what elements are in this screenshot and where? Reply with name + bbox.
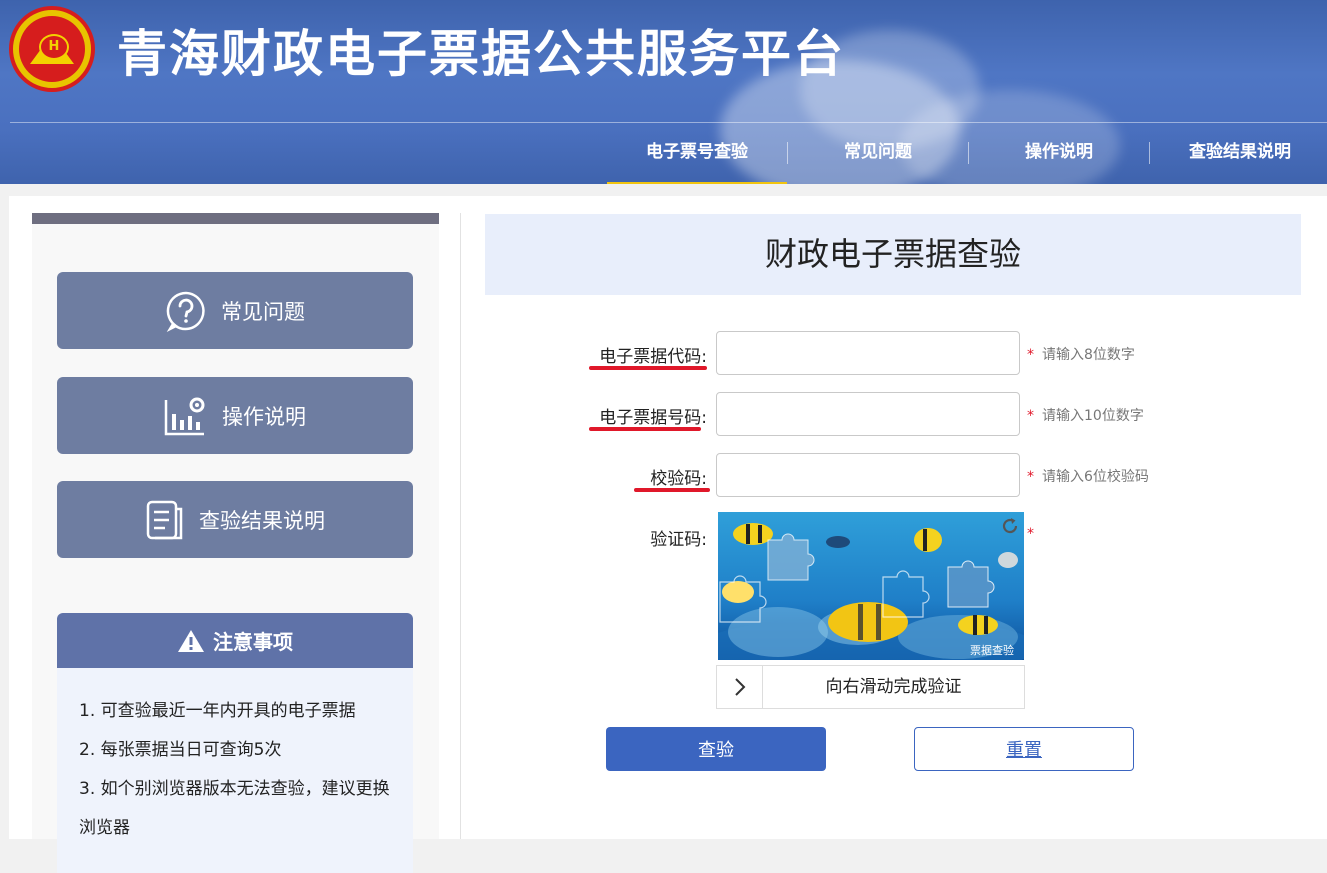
- warning-icon: [178, 629, 204, 652]
- notice-item: 3. 如个别浏览器版本无法查验，建议更换浏览器: [79, 779, 390, 838]
- slide-verify[interactable]: 向右滑动完成验证: [716, 665, 1025, 709]
- question-icon: [166, 291, 205, 332]
- content-area: 常见问题 操作说明 查验结果说明 注意事项 1. 可查验最近一年内开具的电子票据…: [9, 196, 1327, 873]
- main-nav: 电子票号查验 常见问题 操作说明 查验结果说明: [607, 124, 1327, 184]
- site-title: 青海财政电子票据公共服务平台: [117, 25, 845, 83]
- site-header: H 青海财政电子票据公共服务平台 电子票号查验 常见问题 操作说明 查验结果说明: [0, 0, 1327, 184]
- hint-text: 请输入8位数字: [1042, 347, 1135, 363]
- ticket-number-input[interactable]: [716, 392, 1020, 436]
- sidebar: 常见问题 操作说明 查验结果说明 注意事项 1. 可查验最近一年内开具的电子票据…: [32, 213, 439, 873]
- notice-title: 注意事项: [213, 630, 293, 654]
- slider-text: 向右滑动完成验证: [825, 677, 962, 697]
- column-divider: [460, 213, 461, 839]
- nav-item-result-explanation[interactable]: 查验结果说明: [1150, 124, 1327, 182]
- sidebar-button-label: 操作说明: [222, 404, 306, 429]
- submit-button[interactable]: 查验: [606, 727, 826, 771]
- refresh-icon[interactable]: [1000, 516, 1020, 536]
- required-mark: *: [1027, 526, 1034, 542]
- required-mark: *: [1027, 408, 1034, 424]
- notice-list: 1. 可查验最近一年内开具的电子票据 2. 每张票据当日可查询5次 3. 如个别…: [57, 668, 413, 848]
- document-icon: [146, 500, 183, 539]
- label-underline: [589, 366, 707, 370]
- captcha-picture: 票据查验: [718, 512, 1024, 660]
- sidebar-button-label: 常见问题: [221, 299, 305, 324]
- site-logo: H: [9, 6, 95, 92]
- sidebar-button-label: 查验结果说明: [199, 508, 325, 533]
- captcha-required-mark: *: [1027, 526, 1042, 542]
- nav-item-instructions[interactable]: 操作说明: [969, 124, 1149, 182]
- form-title: 财政电子票据查验: [764, 235, 1021, 273]
- ticket-code-input[interactable]: [716, 331, 1020, 375]
- ticket-code-hint: * 请输入8位数字: [1027, 344, 1135, 364]
- captcha-watermark: 票据查验: [970, 643, 1014, 657]
- header-divider: [10, 122, 1327, 123]
- required-mark: *: [1027, 347, 1034, 363]
- chart-gear-icon: [164, 397, 205, 435]
- check-code-input[interactable]: [716, 453, 1020, 497]
- logo-mark: H: [39, 34, 69, 60]
- notice-item: 2. 每张票据当日可查询5次: [79, 740, 282, 760]
- ticket-number-hint: * 请输入10位数字: [1027, 405, 1144, 425]
- ticket-code-label: 电子票据代码:: [599, 347, 707, 367]
- sidebar-button-instructions[interactable]: 操作说明: [57, 377, 413, 454]
- check-code-label: 校验码:: [650, 469, 707, 489]
- hint-text: 请输入6位校验码: [1042, 469, 1149, 485]
- notice-header: 注意事项: [57, 613, 413, 668]
- nav-item-faq[interactable]: 常见问题: [788, 124, 968, 182]
- notice-item: 1. 可查验最近一年内开具的电子票据: [79, 701, 356, 721]
- reset-button[interactable]: 重置: [914, 727, 1134, 771]
- form-title-banner: 财政电子票据查验: [485, 214, 1301, 295]
- ticket-number-label: 电子票据号码:: [599, 408, 707, 428]
- label-underline: [634, 488, 710, 492]
- sidebar-button-faq[interactable]: 常见问题: [57, 272, 413, 349]
- check-code-hint: * 请输入6位校验码: [1027, 466, 1149, 486]
- required-mark: *: [1027, 469, 1034, 485]
- label-underline: [589, 427, 701, 431]
- notice-panel: 注意事项 1. 可查验最近一年内开具的电子票据 2. 每张票据当日可查询5次 3…: [57, 613, 413, 873]
- hint-text: 请输入10位数字: [1042, 408, 1144, 424]
- nav-item-ticket-check[interactable]: 电子票号查验: [607, 124, 787, 184]
- captcha-label: 验证码:: [650, 530, 707, 550]
- sidebar-button-result-explanation[interactable]: 查验结果说明: [57, 481, 413, 558]
- chevron-right-icon: [734, 678, 745, 696]
- captcha-image: 票据查验: [718, 512, 1024, 660]
- slider-handle[interactable]: [717, 666, 763, 708]
